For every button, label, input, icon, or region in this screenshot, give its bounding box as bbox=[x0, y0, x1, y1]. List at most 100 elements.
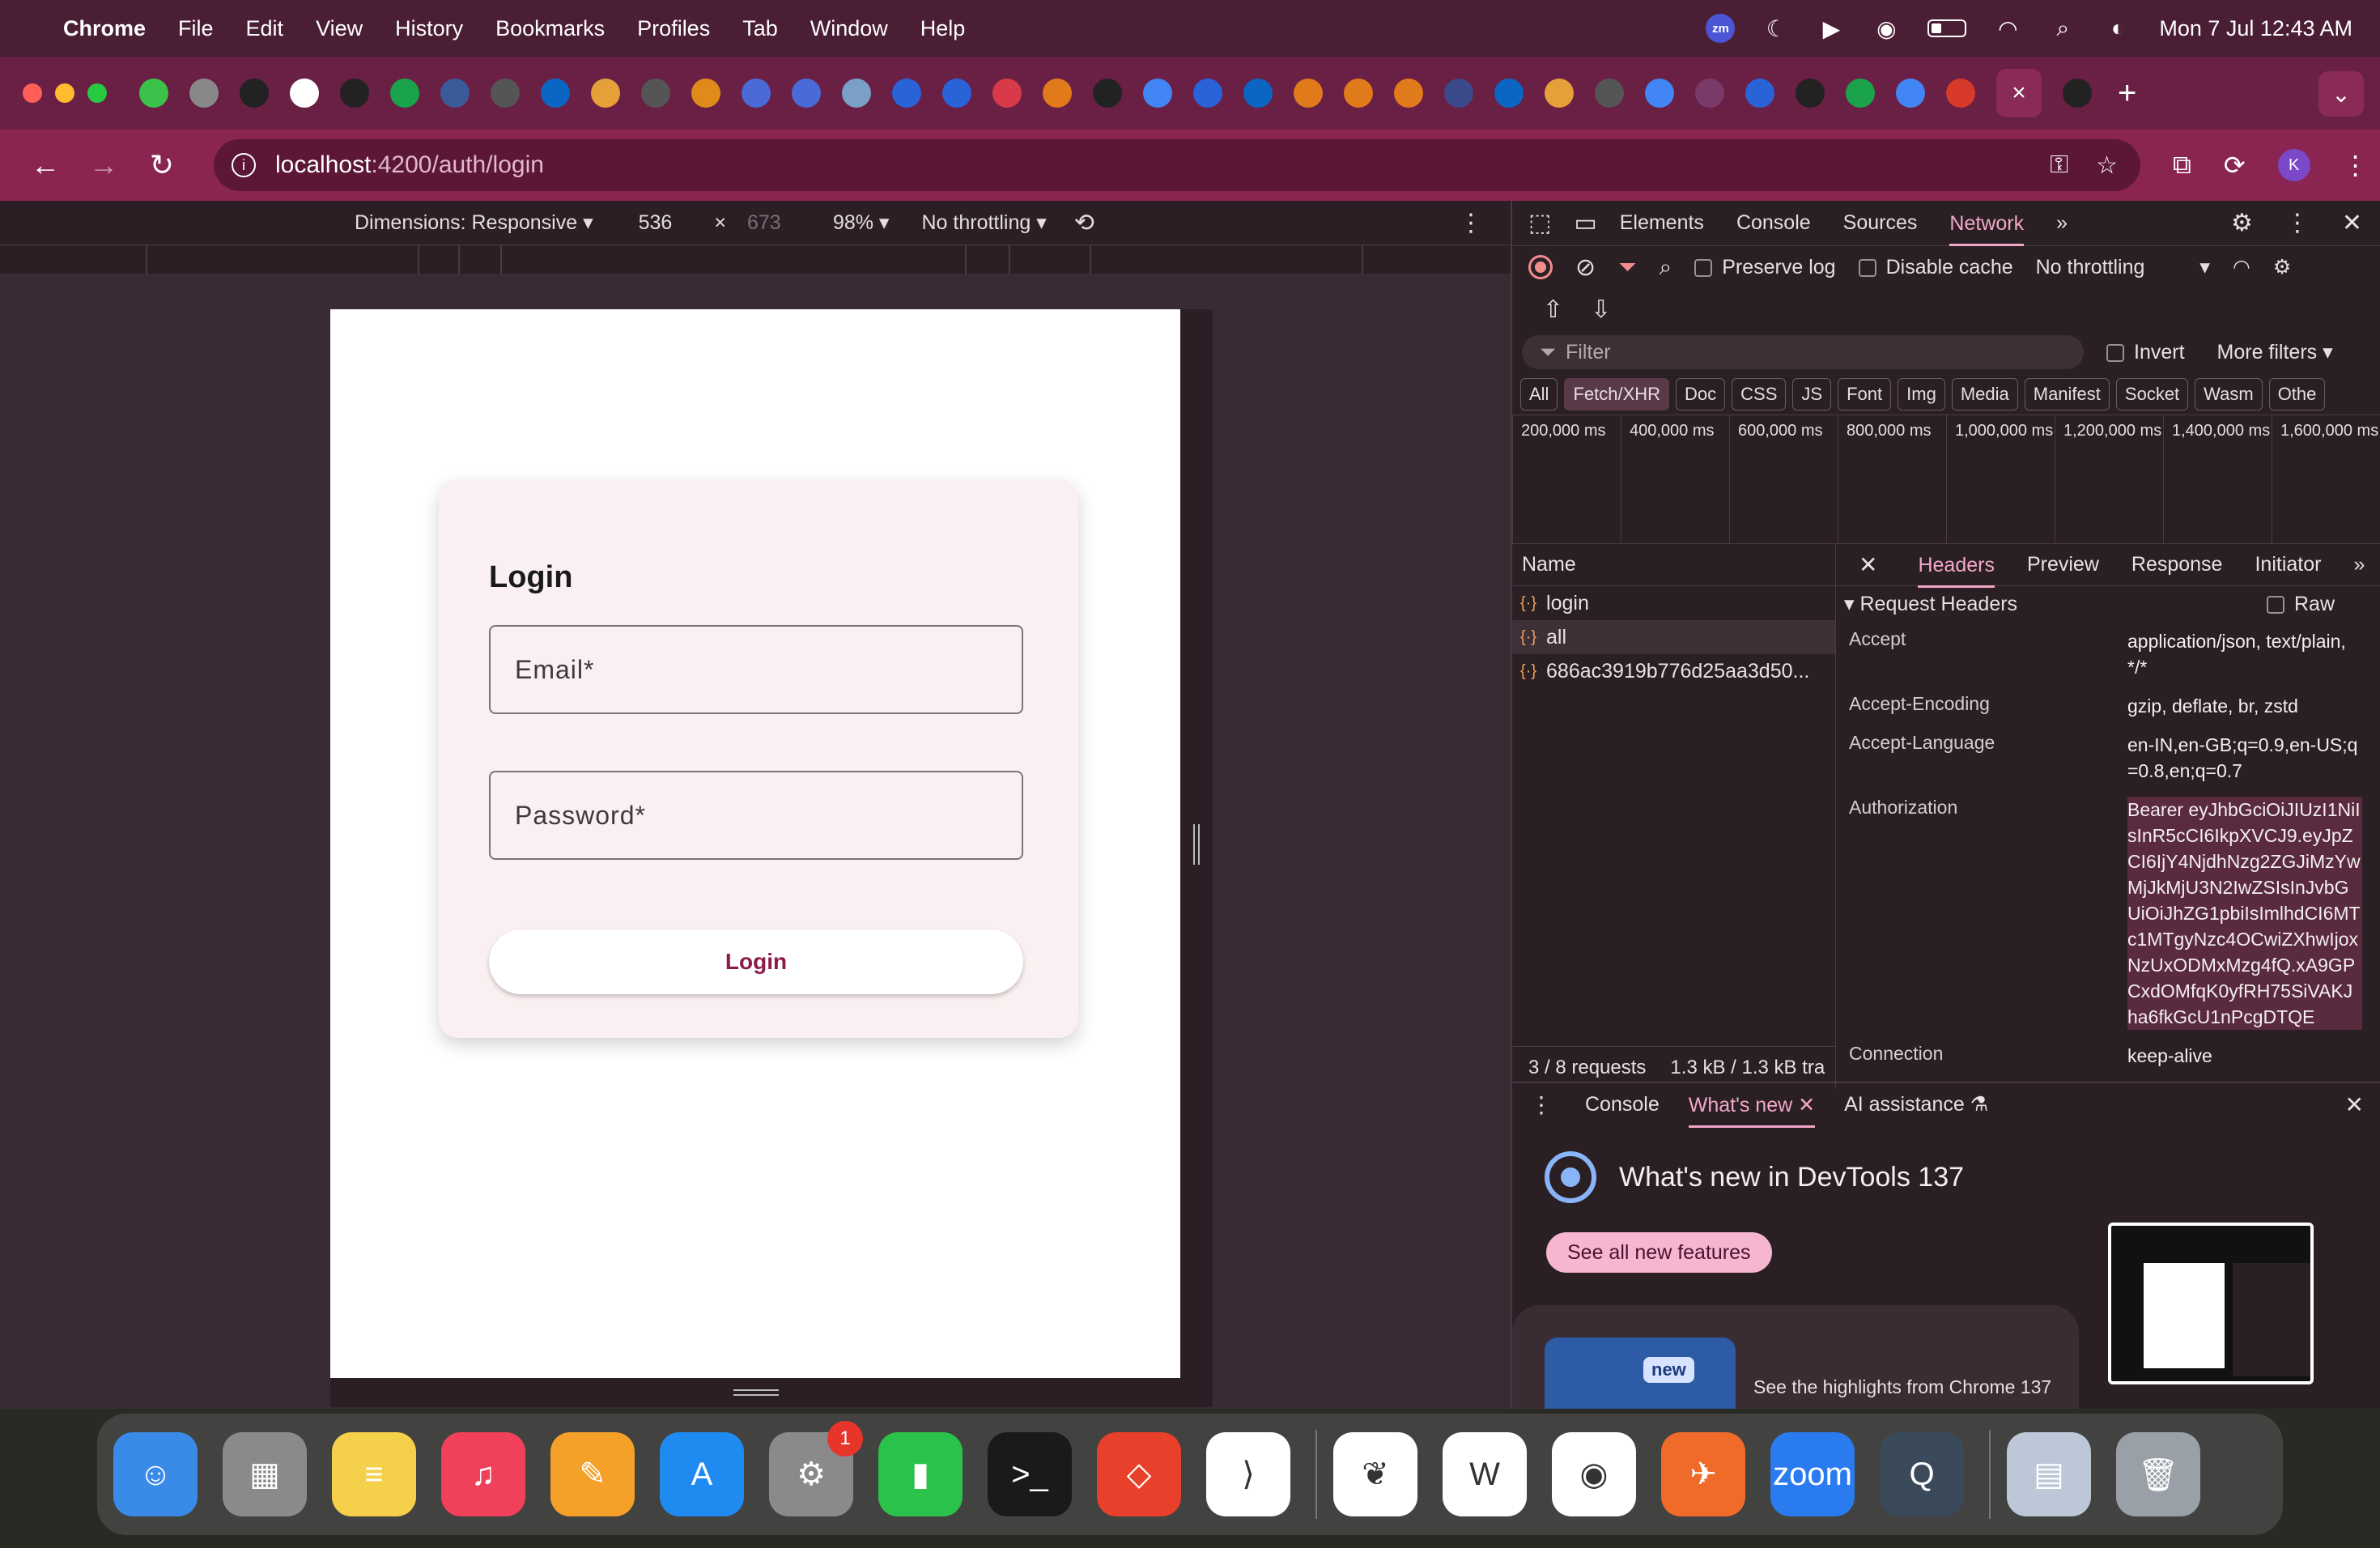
email-field[interactable]: Email* bbox=[489, 625, 1023, 714]
tab-favicon-icon[interactable] bbox=[440, 79, 470, 108]
dock-finder-icon[interactable]: ☺ bbox=[113, 1432, 198, 1516]
header-value[interactable]: Bearer eyJhbGciOiJIUzI1NiIsInR5cCI6IkpXV… bbox=[2127, 797, 2362, 1030]
close-details-icon[interactable]: ✕ bbox=[1859, 551, 1877, 578]
network-conditions-icon[interactable]: ◠ bbox=[2233, 255, 2250, 279]
close-tab-icon[interactable]: × bbox=[2012, 79, 2026, 107]
name-column-header[interactable]: Name bbox=[1512, 544, 1835, 586]
tab-favicon-icon[interactable] bbox=[290, 79, 319, 108]
more-tabs-icon[interactable]: » bbox=[2056, 211, 2068, 235]
minimize-window-button[interactable] bbox=[55, 83, 74, 103]
dock-music-icon[interactable]: ♫ bbox=[441, 1432, 525, 1516]
dock-quicktime-icon[interactable]: Q bbox=[1880, 1432, 1964, 1516]
tab-sources[interactable]: Sources bbox=[1843, 211, 1918, 235]
dock-launchpad-icon[interactable]: ▦ bbox=[223, 1432, 307, 1516]
export-har-icon[interactable]: ⇩ bbox=[1591, 296, 1611, 324]
tab-network[interactable]: Network bbox=[1949, 212, 2025, 246]
tab-favicon-icon[interactable] bbox=[1193, 79, 1222, 108]
dock-trash-icon[interactable]: 🗑 bbox=[2116, 1432, 2200, 1516]
drawer-tab-console[interactable]: Console bbox=[1585, 1093, 1660, 1116]
tab-preview[interactable]: Preview bbox=[2027, 553, 2099, 576]
tab-favicon-icon[interactable] bbox=[1494, 79, 1524, 108]
dock-notes-icon[interactable]: ≡ bbox=[332, 1432, 416, 1516]
see-all-features-button[interactable]: See all new features bbox=[1546, 1232, 1772, 1273]
active-tab[interactable]: × bbox=[1996, 69, 2042, 117]
media-query-ruler[interactable] bbox=[0, 245, 1511, 274]
reload-button[interactable]: ↻ bbox=[139, 148, 185, 182]
type-filter-js[interactable]: JS bbox=[1792, 378, 1832, 410]
tab-favicon-icon[interactable] bbox=[842, 79, 871, 108]
type-filter-fetchxhr[interactable]: Fetch/XHR bbox=[1564, 378, 1670, 410]
extensions-puzzle-icon[interactable]: ⧉ bbox=[2173, 150, 2191, 181]
network-timeline[interactable]: 200,000 ms 400,000 ms 600,000 ms 800,000 ms… bbox=[1512, 415, 2380, 544]
dock-word-icon[interactable]: W bbox=[1443, 1432, 1527, 1516]
forward-button[interactable]: → bbox=[81, 148, 126, 182]
tab-favicon-icon[interactable] bbox=[1745, 79, 1774, 108]
wifi-icon[interactable]: ◠ bbox=[1994, 15, 2021, 42]
tab-favicon-icon[interactable] bbox=[1243, 79, 1273, 108]
device-toolbar-icon[interactable]: ▭ bbox=[1574, 209, 1596, 237]
rotate-icon[interactable]: ⟲ bbox=[1074, 209, 1094, 237]
network-throttling-select[interactable]: No throttling bbox=[2036, 256, 2145, 279]
bookmark-star-icon[interactable]: ☆ bbox=[2096, 151, 2118, 180]
dock-downloads-icon[interactable]: ▤ bbox=[2007, 1432, 2091, 1516]
password-field[interactable]: Password* bbox=[489, 771, 1023, 860]
tab-favicon-icon[interactable] bbox=[1946, 79, 1975, 108]
tab-favicon-icon[interactable] bbox=[992, 79, 1022, 108]
extension-icon[interactable]: ⟳ bbox=[2224, 150, 2246, 181]
header-value[interactable]: application/json, text/plain, */* bbox=[2127, 628, 2362, 680]
settings-gear-icon[interactable]: ⚙ bbox=[2231, 209, 2253, 237]
tab-favicon-icon[interactable] bbox=[1545, 79, 1574, 108]
tab-favicon-icon[interactable] bbox=[139, 79, 168, 108]
tab-console[interactable]: Console bbox=[1736, 211, 1811, 235]
network-settings-icon[interactable]: ⚙ bbox=[2273, 255, 2291, 279]
menu-tab[interactable]: Tab bbox=[742, 16, 778, 41]
menu-file[interactable]: File bbox=[178, 16, 214, 41]
drawer-tab-whats-new[interactable]: What's new ✕ bbox=[1688, 1093, 1816, 1128]
close-window-button[interactable] bbox=[23, 83, 42, 103]
menu-help[interactable]: Help bbox=[920, 16, 966, 41]
chrome-menu-icon[interactable]: ⋮ bbox=[2343, 150, 2369, 181]
tab-favicon-icon[interactable] bbox=[541, 79, 570, 108]
request-row[interactable]: {·} 686ac3919b776d25aa3d50... bbox=[1512, 654, 1835, 688]
type-filter-img[interactable]: Img bbox=[1898, 378, 1945, 410]
import-har-icon[interactable]: ⇧ bbox=[1543, 296, 1563, 324]
dock-vs-code-icon[interactable]: ⟩ bbox=[1206, 1432, 1290, 1516]
highlight-card[interactable]: new See the highlights from Chrome 137 bbox=[1512, 1305, 2079, 1427]
login-button[interactable]: Login bbox=[489, 929, 1023, 994]
tab-headers[interactable]: Headers bbox=[1918, 554, 1995, 588]
dock-chrome-icon[interactable]: ◉ bbox=[1552, 1432, 1636, 1516]
tab-favicon-icon[interactable] bbox=[2063, 79, 2092, 108]
dock-postman-icon[interactable]: ✈ bbox=[1661, 1432, 1745, 1516]
tab-favicon-icon[interactable] bbox=[1595, 79, 1624, 108]
menu-profiles[interactable]: Profiles bbox=[637, 16, 710, 41]
tab-favicon-icon[interactable] bbox=[1695, 79, 1724, 108]
drawer-tab-ai-assistance[interactable]: AI assistance ⚗ bbox=[1844, 1092, 1988, 1116]
devtools-menu-icon[interactable]: ⋮ bbox=[2285, 209, 2310, 237]
type-filter-manifest[interactable]: Manifest bbox=[2024, 378, 2110, 410]
screenshot-preview-thumbnail[interactable] bbox=[2108, 1223, 2314, 1384]
throttling-select[interactable]: No throttling ▾ bbox=[921, 211, 1046, 235]
disable-cache-checkbox[interactable]: Disable cache bbox=[1858, 256, 2013, 279]
type-filter-font[interactable]: Font bbox=[1838, 378, 1892, 410]
search-network-icon[interactable]: ⌕ bbox=[1660, 254, 1672, 281]
tab-favicon-icon[interactable] bbox=[792, 79, 821, 108]
throttle-dropdown-icon[interactable]: ▾ bbox=[2199, 255, 2210, 279]
type-filter-css[interactable]: CSS bbox=[1732, 378, 1787, 410]
dock-system-settings-icon[interactable]: ⚙ 1 bbox=[769, 1421, 863, 1516]
search-icon[interactable]: ⌕ bbox=[2049, 15, 2076, 42]
clear-icon[interactable]: ⊘ bbox=[1575, 253, 1596, 282]
tab-favicon-icon[interactable] bbox=[591, 79, 620, 108]
zoom-status-icon[interactable]: zm bbox=[1706, 14, 1736, 43]
tab-response[interactable]: Response bbox=[2131, 553, 2223, 576]
menu-history[interactable]: History bbox=[395, 16, 463, 41]
height-resize-handle[interactable] bbox=[733, 1389, 779, 1396]
tab-favicon-icon[interactable] bbox=[1796, 79, 1825, 108]
request-row[interactable]: {·} login bbox=[1512, 586, 1835, 620]
new-tab-button[interactable]: + bbox=[2118, 75, 2136, 112]
tab-favicon-icon[interactable] bbox=[1846, 79, 1875, 108]
dock-numbers-icon[interactable]: ▮ bbox=[878, 1432, 963, 1516]
tab-favicon-icon[interactable] bbox=[189, 79, 219, 108]
tab-favicon-icon[interactable] bbox=[1645, 79, 1674, 108]
play-icon[interactable]: ▶ bbox=[1817, 15, 1845, 42]
drawer-menu-icon[interactable]: ⋮ bbox=[1530, 1091, 1553, 1118]
